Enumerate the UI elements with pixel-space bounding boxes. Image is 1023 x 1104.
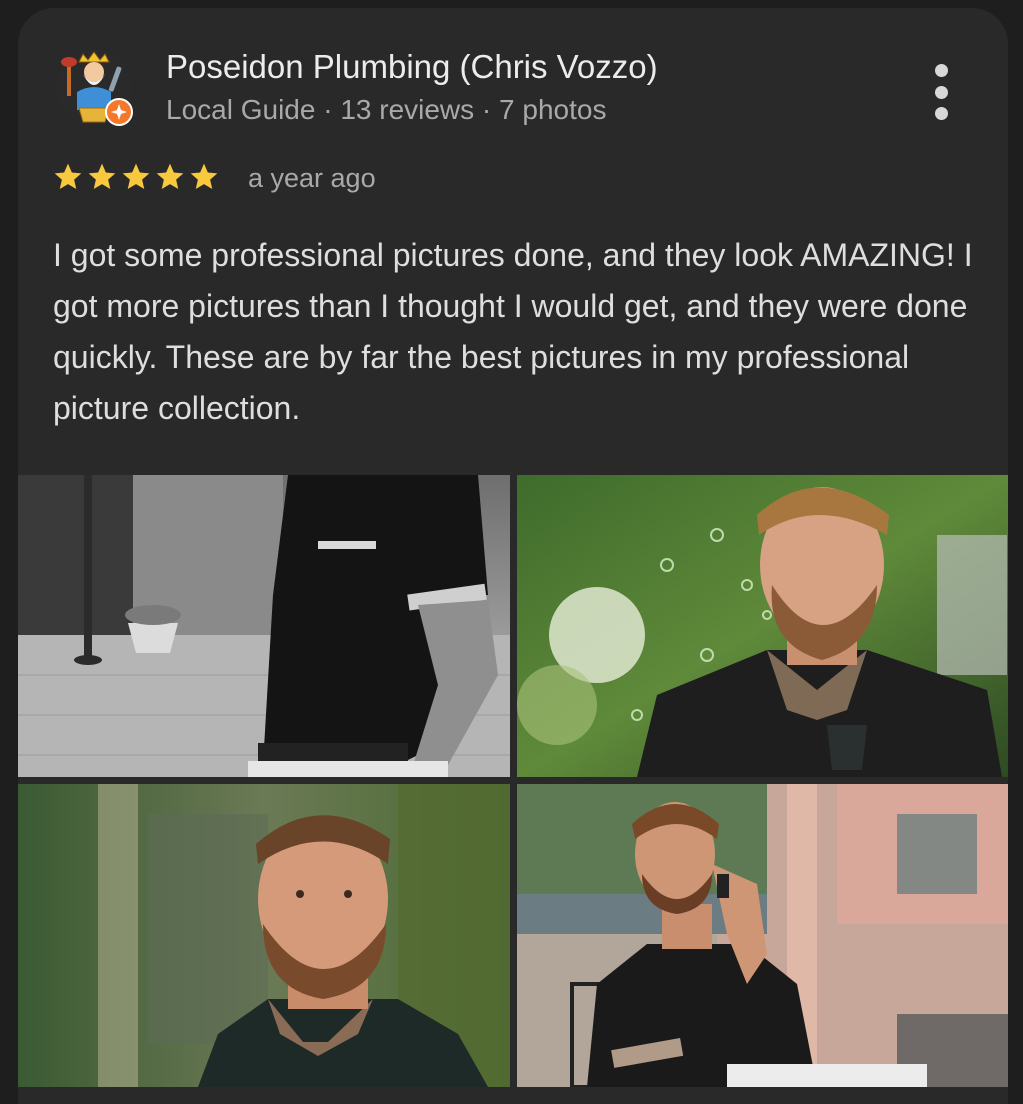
more-vert-icon-dot [934,64,948,77]
review-text: I got some professional pictures done, a… [53,237,973,426]
star-icon [54,163,82,189]
review-card: Poseidon Plumbing (Chris Vozzo) Local Gu… [18,8,1008,1104]
author-avatar[interactable] [55,48,133,126]
star-icon [122,163,150,189]
photo-1[interactable] [18,475,510,777]
photo-3[interactable] [18,784,510,1087]
photo-2[interactable] [517,475,1008,777]
more-vert-icon-dot [934,107,948,120]
local-guide-star-badge-icon [105,98,133,126]
author-name[interactable]: Poseidon Plumbing (Chris Vozzo) [166,48,658,86]
photo-4[interactable] [517,784,1008,1087]
star-rating [52,161,220,193]
star-icon [88,163,116,189]
star-icon [156,163,184,189]
more-vert-icon-dot [934,85,948,99]
author-meta: Local Guide · 13 reviews · 7 photos [166,94,607,125]
more-options-button[interactable] [924,64,958,120]
star-icon [190,163,218,189]
review-date: a year ago [248,163,376,193]
